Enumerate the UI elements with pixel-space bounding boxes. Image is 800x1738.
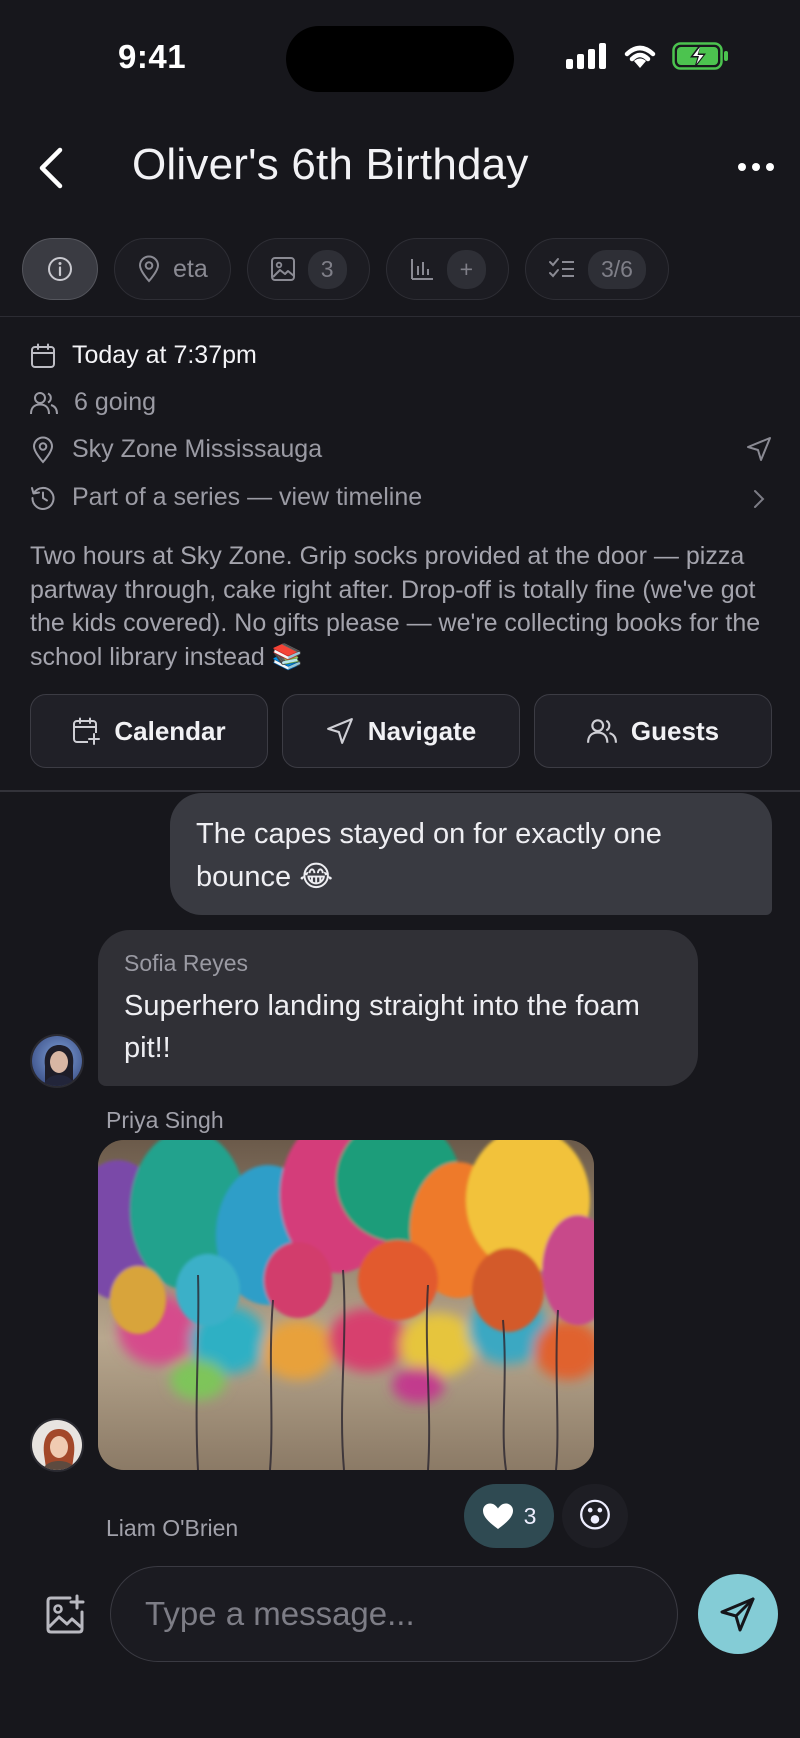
- event-datetime: Today at 7:37pm: [72, 341, 257, 369]
- heart-reaction-count: 3: [523, 1502, 537, 1529]
- heart-icon: [482, 1503, 513, 1529]
- avatar-sofia-image: [32, 1036, 82, 1086]
- people-icon: [586, 719, 617, 743]
- history-icon: [31, 486, 55, 510]
- tab-checklist-count: 3/6: [588, 249, 646, 289]
- avatar[interactable]: [30, 1418, 84, 1472]
- message-sender-name: Priya Singh: [106, 1107, 224, 1133]
- tab-info[interactable]: [22, 238, 98, 300]
- event-going-row[interactable]: 6 going: [30, 388, 156, 417]
- calendar-icon: [31, 343, 55, 368]
- wow-reaction-button[interactable]: 😮: [562, 1484, 628, 1548]
- heart-reaction-button[interactable]: 3: [464, 1484, 554, 1548]
- divider: [0, 316, 800, 317]
- message-text: The capes stayed on for exactly one boun…: [196, 818, 662, 893]
- message-input[interactable]: Type a message...: [110, 1566, 678, 1662]
- location-pin-icon: [138, 255, 160, 283]
- calendar-button-label: Calendar: [114, 715, 226, 746]
- navigate-arrow-icon: [326, 718, 353, 744]
- message-bubble-outgoing[interactable]: The capes stayed on for exactly one boun…: [170, 793, 772, 915]
- event-location: Sky Zone Mississauga: [72, 435, 323, 463]
- calendar-add-icon: [73, 717, 101, 745]
- battery-charging-icon: [672, 42, 728, 70]
- chevron-right-icon[interactable]: [752, 489, 766, 509]
- tab-photos[interactable]: 3: [246, 238, 370, 300]
- event-description: Two hours at Sky Zone. Grip socks provid…: [30, 542, 761, 671]
- more-options-icon[interactable]: [736, 152, 776, 182]
- guests-button[interactable]: Guests: [534, 694, 772, 768]
- send-icon: [720, 1597, 755, 1632]
- message-sender-name: Liam O'Brien: [106, 1515, 239, 1541]
- people-icon: [30, 391, 58, 414]
- message-text: Superhero landing straight into the foam…: [124, 990, 640, 1064]
- wifi-icon: [624, 45, 656, 68]
- event-datetime-row: Today at 7:37pm: [30, 341, 257, 370]
- message-sender-name: Sofia Reyes: [124, 950, 249, 976]
- event-location-row[interactable]: Sky Zone Mississauga: [30, 435, 322, 464]
- status-icons: [566, 42, 730, 70]
- navigate-button[interactable]: Navigate: [282, 694, 520, 768]
- tab-eta[interactable]: eta: [114, 238, 231, 300]
- location-pin-icon: [32, 436, 54, 463]
- event-series-row[interactable]: Part of a series — view timeline: [30, 483, 422, 512]
- bar-chart-icon: [410, 259, 433, 280]
- event-tabs: eta 3 + 3/6: [22, 238, 669, 300]
- back-icon[interactable]: [36, 146, 66, 190]
- navigate-button-label: Navigate: [367, 715, 477, 746]
- tab-polls[interactable]: +: [385, 238, 509, 300]
- event-going-count: 6 going: [74, 388, 157, 416]
- tab-polls-count: +: [446, 249, 486, 289]
- avatar-priya-image: [32, 1420, 82, 1470]
- message-bubble-incoming[interactable]: Sofia Reyes Superhero landing straight i…: [98, 930, 698, 1086]
- divider: [0, 790, 800, 792]
- add-image-icon[interactable]: [44, 1594, 86, 1636]
- status-time: 9:41: [118, 38, 187, 75]
- tab-photos-count: 3: [307, 249, 347, 289]
- balloons-photo: [98, 1140, 594, 1470]
- send-button[interactable]: [698, 1574, 778, 1654]
- tab-eta-label: eta: [173, 254, 208, 283]
- guests-button-label: Guests: [630, 715, 720, 746]
- tab-checklist[interactable]: 3/6: [525, 238, 669, 300]
- avatar[interactable]: [30, 1034, 84, 1088]
- checklist-icon: [549, 258, 574, 278]
- info-icon: [48, 257, 72, 281]
- navigate-arrow-icon[interactable]: [746, 436, 772, 462]
- wow-emoji: 😮: [577, 1497, 613, 1535]
- message-photo[interactable]: [98, 1140, 594, 1470]
- add-to-calendar-button[interactable]: Calendar: [30, 694, 268, 768]
- signal-icon: [566, 43, 606, 69]
- image-icon: [270, 257, 295, 281]
- message-input-placeholder: Type a message...: [145, 1595, 415, 1632]
- dynamic-island: [286, 26, 514, 92]
- page-title: Oliver's 6th Birthday: [132, 140, 529, 189]
- event-series-link: Part of a series — view timeline: [72, 483, 423, 511]
